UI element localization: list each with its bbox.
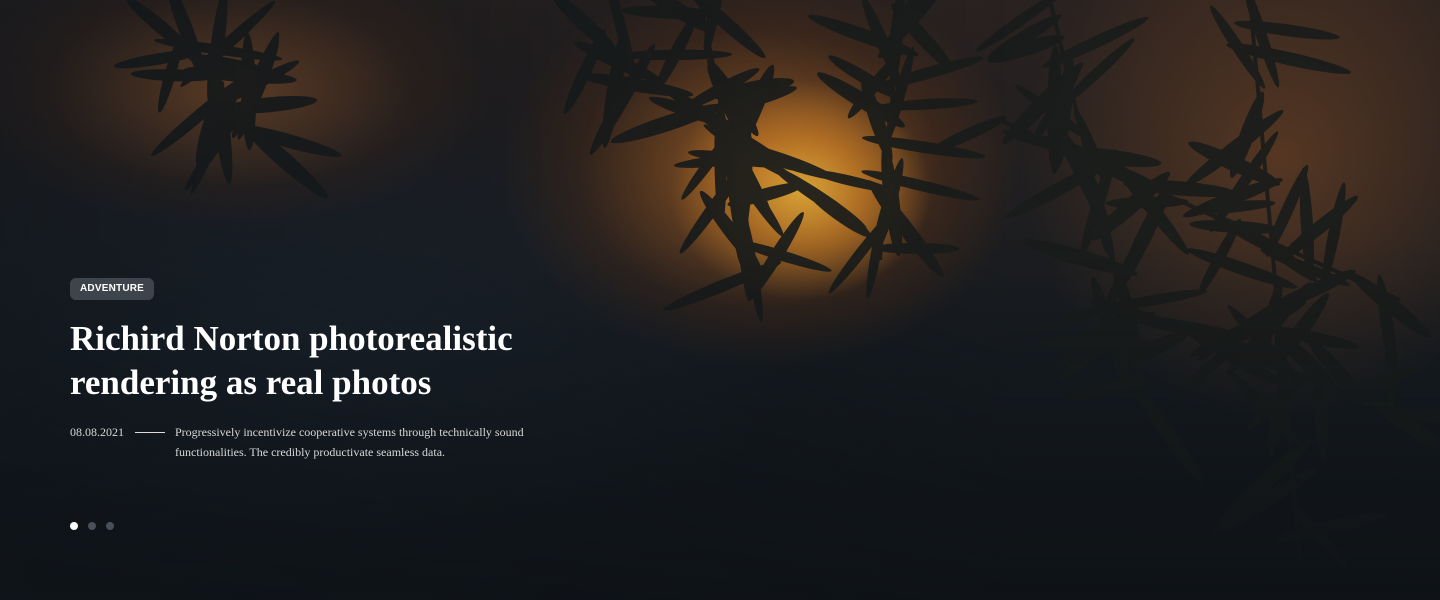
hero-slider: ADVENTURE Richird Norton photorealistic … [0, 0, 1440, 600]
slide-content: ADVENTURE Richird Norton photorealistic … [70, 278, 610, 462]
divider [135, 432, 165, 433]
slide-meta: 08.08.2021 Progressively incentivize coo… [70, 422, 610, 462]
slide-dot-3[interactable] [106, 522, 114, 530]
post-date: 08.08.2021 [70, 425, 124, 439]
slide-dot-2[interactable] [88, 522, 96, 530]
category-badge[interactable]: ADVENTURE [70, 278, 155, 300]
slide-description: Progressively incentivize cooperative sy… [175, 425, 524, 459]
slide-title[interactable]: Richird Norton photorealistic rendering … [70, 317, 610, 405]
slider-pagination [70, 522, 114, 530]
slide-dot-1[interactable] [70, 522, 78, 530]
